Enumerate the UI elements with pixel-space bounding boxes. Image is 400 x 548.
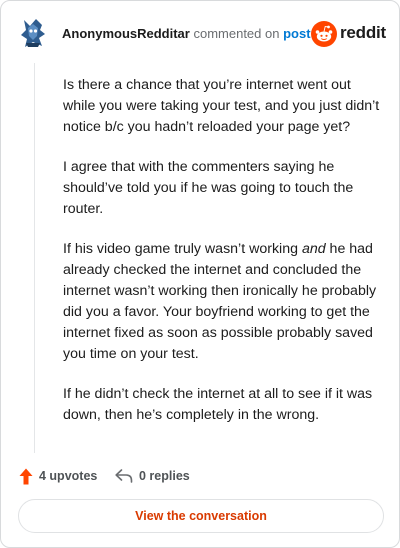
paragraph-text: he had already checked the internet and … [63,241,377,362]
username-link[interactable]: AnonymousRedditar [62,26,190,41]
reddit-wordmark: reddit [340,23,387,42]
comment-header: AnonymousRedditar commented on post redd… [1,1,399,63]
view-conversation-button[interactable]: View the conversation [18,499,384,533]
user-avatar[interactable] [18,16,48,50]
reddit-logo[interactable]: reddit [311,21,387,47]
post-link[interactable]: post [283,26,310,41]
comment-body: Is there a chance that you’re internet w… [63,75,383,445]
comment-card: AnonymousRedditar commented on post redd… [0,0,400,548]
comment-meta: AnonymousRedditar commented on post [62,26,311,42]
comment-paragraph: If he didn’t check the internet at all t… [63,386,373,423]
reply-arrow-icon[interactable] [115,469,133,483]
reply-count: 0 replies [139,469,190,483]
comment-footer: 4 upvotes 0 replies [19,465,379,487]
reddit-snoo-icon [311,21,337,47]
comment-paragraph: I agree that with the commenters saying … [63,159,354,217]
thread-line [34,63,35,453]
upvote-arrow-icon[interactable] [19,468,33,485]
action-text: commented on [193,26,280,41]
upvote-count: 4 upvotes [39,469,98,483]
reply-control[interactable]: 0 replies [115,465,190,487]
emphasis-text: and [301,241,326,257]
comment-paragraph: Is there a chance that you’re internet w… [63,77,380,135]
upvote-control[interactable]: 4 upvotes [19,465,97,487]
comment-paragraph: If his video game truly wasn’t working a… [63,239,383,365]
paragraph-text: If his video game truly wasn’t working [63,241,302,257]
